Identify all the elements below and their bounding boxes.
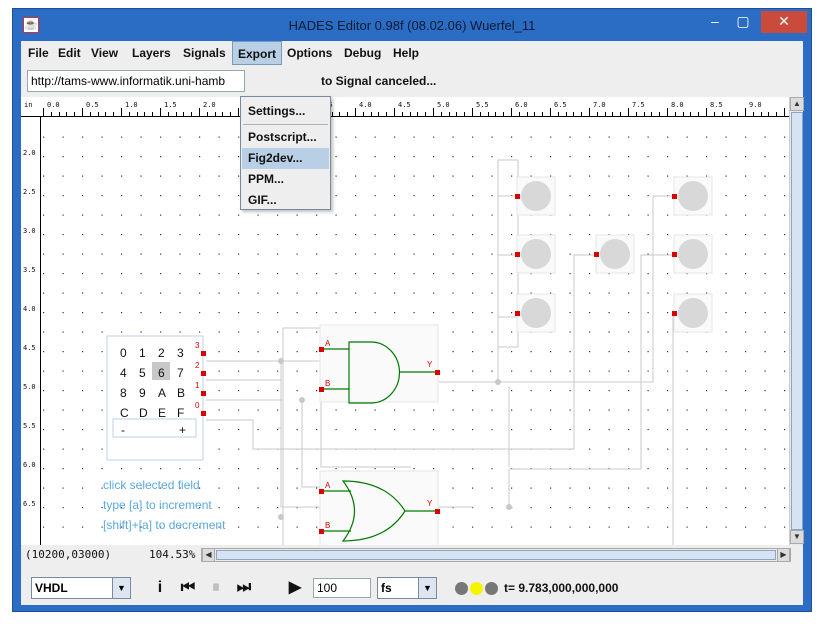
language-select[interactable]: VHDL ▼ [31, 577, 131, 599]
menu-export[interactable]: Export [232, 41, 283, 65]
status-message: to Signal canceled... [321, 74, 437, 88]
time-unit-value: fs [381, 581, 392, 595]
time-unit-select[interactable]: fs ▼ [377, 577, 437, 599]
url-field[interactable]: http://tams-www.informatik.uni-hamb [27, 70, 245, 92]
export-gif-item[interactable]: GIF... [242, 190, 329, 211]
status-led-3 [485, 582, 498, 595]
status-led-1 [455, 582, 468, 595]
menu-bar: File Edit View Layers Signals Export Opt… [21, 41, 803, 65]
info-icon[interactable]: i [149, 577, 171, 599]
url-bar: http://tams-www.informatik.uni-hamb to S… [27, 70, 797, 92]
vertical-scroll-thumb[interactable] [791, 112, 803, 530]
desktop: ☕ HADES Editor 0.98f (08.02.06) Wuerfel_… [0, 0, 832, 632]
export-ppm-item[interactable]: PPM... [242, 169, 329, 190]
horizontal-scroll-thumb[interactable] [216, 550, 776, 560]
zoom-readout: 104.53% [149, 548, 196, 561]
schematic-canvas[interactable]: in0.00.51.01.52.02.53.03.54.04.55.05.56.… [21, 97, 789, 545]
menu-file[interactable]: File [23, 41, 54, 65]
menu-edit[interactable]: Edit [53, 41, 86, 65]
steps-field[interactable]: 100 [313, 578, 371, 598]
scroll-up-button[interactable]: ▲ [790, 97, 804, 111]
export-menu-dropdown: Settings... Postscript... Fig2dev... PPM… [240, 96, 331, 210]
language-value: VHDL [35, 581, 68, 595]
rewind-icon[interactable]: ⏮ [177, 577, 199, 599]
led-7[interactable] [672, 293, 713, 333]
pause-icon[interactable]: ⏸ [205, 577, 227, 599]
led-5[interactable] [672, 176, 713, 216]
export-postscript-item[interactable]: Postscript... [242, 127, 329, 148]
maximize-button[interactable]: ▢ [729, 11, 757, 33]
led-2[interactable] [515, 234, 556, 274]
close-button[interactable]: ✕ [761, 11, 807, 33]
menu-separator [243, 124, 328, 125]
scroll-left-button[interactable]: ◀ [202, 548, 215, 562]
menu-signals[interactable]: Signals [178, 41, 231, 65]
export-settings-item[interactable]: Settings... [242, 101, 329, 122]
menu-view[interactable]: View [86, 41, 123, 65]
scroll-down-button[interactable]: ▼ [790, 530, 804, 544]
title-bar[interactable]: ☕ HADES Editor 0.98f (08.02.06) Wuerfel_… [13, 9, 811, 41]
fast-forward-icon[interactable]: ⏭ [233, 577, 255, 599]
hex-switch[interactable] [106, 335, 204, 461]
simulator-toolbar: VHDL ▼ i ⏮ ⏸ ⏭ ▶ 100 fs ▼ t= 9.783,000,0… [21, 569, 803, 603]
menu-debug[interactable]: Debug [339, 41, 386, 65]
status-led-2 [470, 582, 483, 595]
simulation-time: t= 9.783,000,000,000 [504, 581, 619, 595]
horizontal-scrollbar[interactable]: ◀ ▶ [201, 548, 791, 562]
status-bar: (10200,03000) 104.53% ◀ ▶ [21, 547, 803, 563]
and-gate[interactable] [319, 324, 440, 404]
menu-help[interactable]: Help [388, 41, 424, 65]
menu-layers[interactable]: Layers [127, 41, 176, 65]
scroll-right-button[interactable]: ▶ [777, 548, 790, 562]
schematic-drawing[interactable] [21, 97, 789, 545]
led-3[interactable] [515, 293, 556, 333]
window-title: HADES Editor 0.98f (08.02.06) Wuerfel_11 [288, 18, 536, 33]
chevron-down-icon[interactable]: ▼ [112, 578, 130, 598]
chevron-down-icon[interactable]: ▼ [418, 578, 436, 598]
play-step-icon[interactable]: ▶ [284, 577, 306, 599]
export-fig2dev-item[interactable]: Fig2dev... [242, 148, 329, 169]
editor-window: ☕ HADES Editor 0.98f (08.02.06) Wuerfel_… [12, 8, 812, 612]
coordinate-readout: (10200,03000) [25, 548, 112, 561]
or-gate[interactable] [319, 470, 440, 545]
menu-options[interactable]: Options [282, 41, 337, 65]
minimize-button[interactable]: – [701, 11, 729, 33]
led-4[interactable] [594, 234, 635, 274]
led-6[interactable] [672, 234, 713, 274]
client-area: File Edit View Layers Signals Export Opt… [21, 41, 804, 605]
led-1[interactable] [515, 176, 556, 216]
vertical-scrollbar[interactable]: ▲ ▼ [789, 97, 804, 545]
